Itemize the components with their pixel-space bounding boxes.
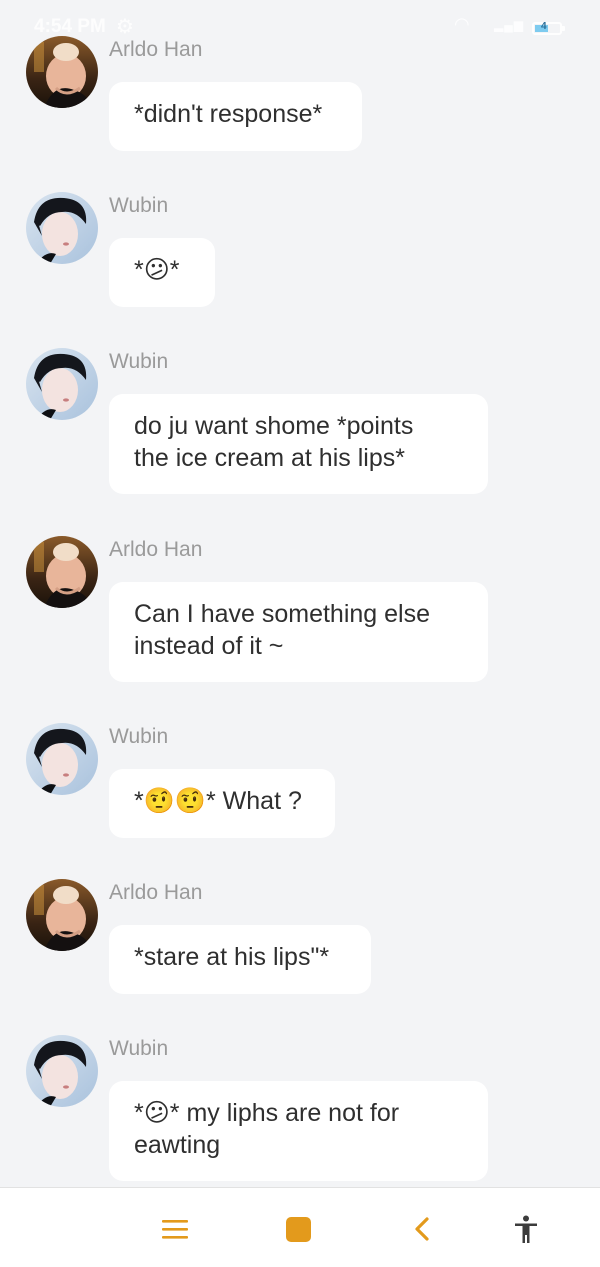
home-icon[interactable] bbox=[281, 1212, 315, 1246]
wubin-avatar[interactable] bbox=[26, 192, 98, 264]
sender-name: Wubin bbox=[109, 350, 169, 373]
message-bubble[interactable]: *😕* bbox=[109, 238, 215, 307]
message-bubble[interactable]: *stare at his lips"* bbox=[109, 925, 371, 994]
navigation-bar bbox=[0, 1187, 600, 1267]
chat-thread[interactable]: Arldo Han *didn't response* Wubin *😕* Wu… bbox=[0, 0, 600, 1188]
message-bubble[interactable]: *didn't response* bbox=[109, 82, 362, 151]
arldo-avatar[interactable] bbox=[26, 536, 98, 608]
accessibility-icon[interactable] bbox=[509, 1212, 543, 1246]
message-bubble[interactable]: *😕* my liphs are not for eawting bbox=[109, 1081, 488, 1181]
arldo-avatar[interactable] bbox=[26, 879, 98, 951]
sender-name: Wubin bbox=[109, 1037, 169, 1060]
wubin-avatar[interactable] bbox=[26, 348, 98, 420]
message-bubble[interactable]: do ju want shome *points the ice cream a… bbox=[109, 394, 488, 494]
sender-name: Arldo Han bbox=[109, 538, 203, 561]
sender-name: Arldo Han bbox=[109, 881, 203, 904]
menu-icon[interactable] bbox=[158, 1212, 192, 1246]
sender-name: Arldo Han bbox=[109, 38, 203, 61]
message-bubble[interactable]: *🤨🤨* What ? bbox=[109, 769, 335, 838]
wubin-avatar[interactable] bbox=[26, 723, 98, 795]
arldo-avatar[interactable] bbox=[26, 36, 98, 108]
sender-name: Wubin bbox=[109, 194, 169, 217]
wubin-avatar[interactable] bbox=[26, 1035, 98, 1107]
sender-name: Wubin bbox=[109, 725, 169, 748]
message-bubble[interactable]: Can I have something else instead of it … bbox=[109, 582, 488, 682]
back-icon[interactable] bbox=[406, 1212, 440, 1246]
